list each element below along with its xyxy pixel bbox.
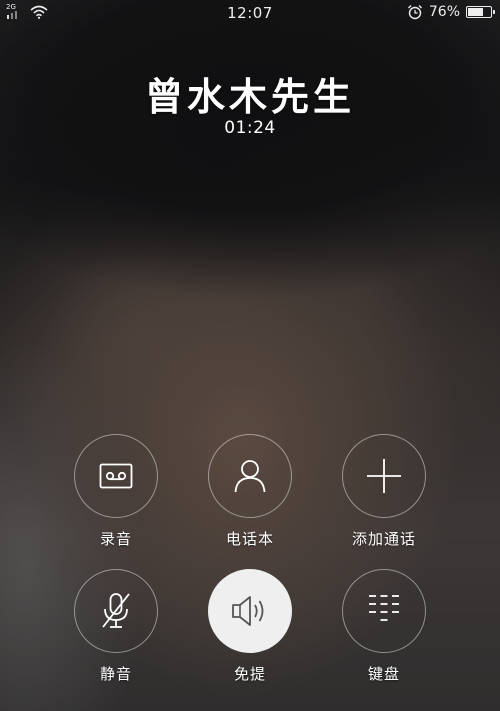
battery-fill <box>468 8 483 16</box>
caller-name: 曾水木先生 <box>144 75 355 119</box>
add-call-button-circle[interactable] <box>342 434 426 518</box>
keypad-label: 键盘 <box>367 665 400 683</box>
contacts-button-circle[interactable] <box>208 434 292 518</box>
plus-icon <box>367 459 401 493</box>
add-call-label: 添加通话 <box>351 530 416 548</box>
status-bar: 2G 12:07 76% <box>0 0 500 26</box>
call-duration: 01:24 <box>224 118 276 138</box>
dialpad-icon <box>369 595 399 621</box>
alarm-clock-icon <box>407 5 422 20</box>
speaker-label: 免提 <box>233 665 266 683</box>
speaker-button-circle[interactable] <box>208 569 292 653</box>
speaker-icon <box>232 596 264 626</box>
battery-percent: 76% <box>428 4 460 20</box>
keypad-button[interactable]: 键盘 <box>324 569 444 684</box>
status-right: 76% <box>407 4 495 20</box>
battery-icon <box>466 6 495 18</box>
person-icon <box>234 460 266 493</box>
microphone-muted-icon <box>102 593 130 628</box>
record-button-circle[interactable] <box>74 434 158 518</box>
mute-button[interactable]: 静音 <box>56 569 176 684</box>
speaker-button[interactable]: 免提 <box>190 569 310 684</box>
contacts-label: 电话本 <box>225 530 274 548</box>
keypad-button-circle[interactable] <box>342 569 426 653</box>
record-label: 录音 <box>99 530 132 548</box>
cassette-tape-icon <box>99 463 133 489</box>
add-call-button[interactable]: 添加通话 <box>324 434 444 549</box>
contacts-button[interactable]: 电话本 <box>190 434 310 549</box>
mute-button-circle[interactable] <box>74 569 158 653</box>
record-button[interactable]: 录音 <box>56 434 176 549</box>
mute-label: 静音 <box>99 665 132 683</box>
